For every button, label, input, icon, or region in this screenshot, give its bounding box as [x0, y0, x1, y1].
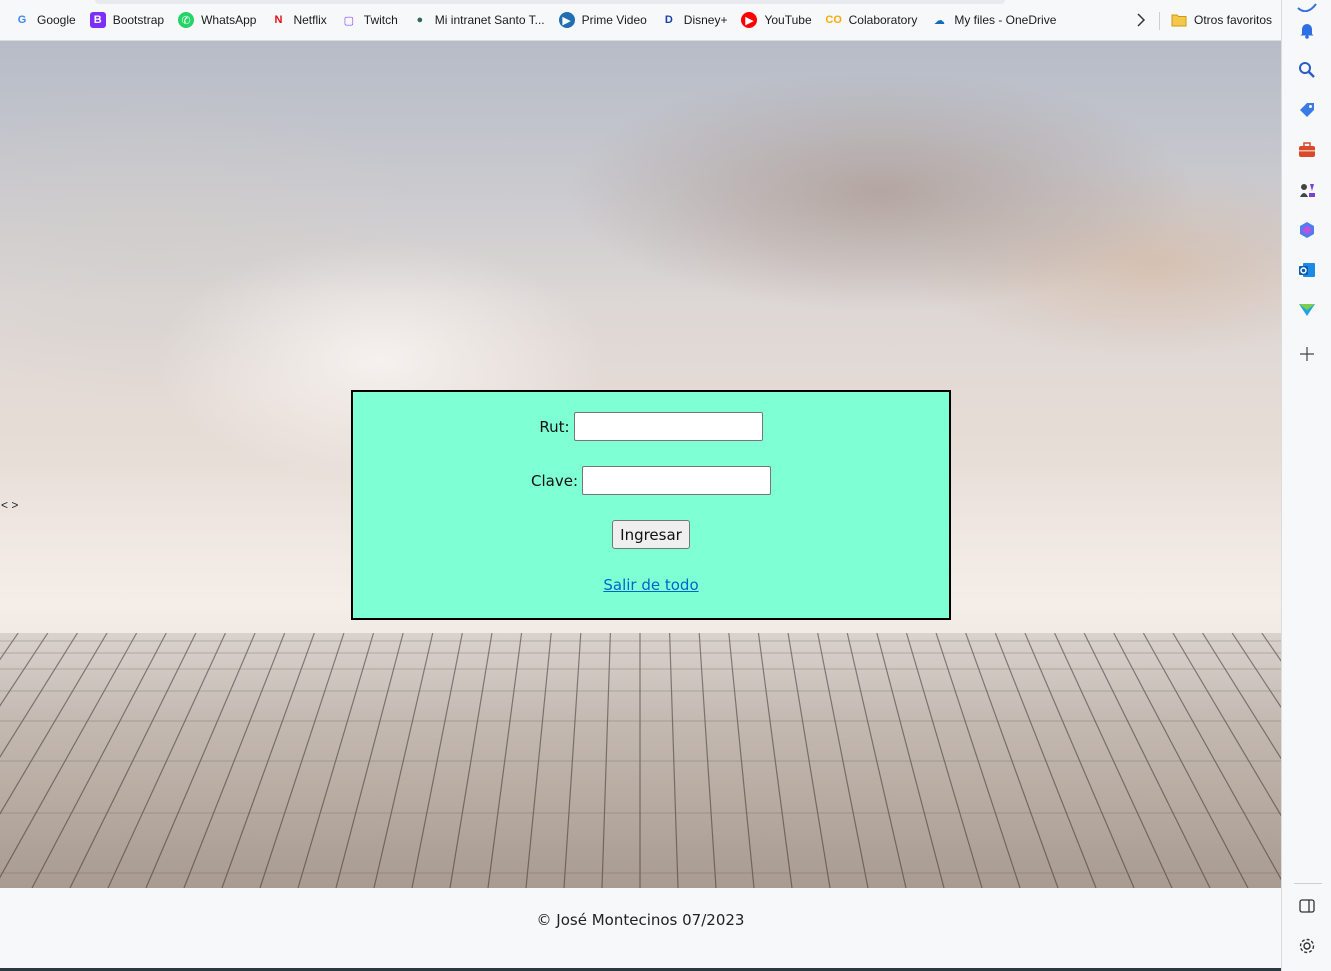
bookmarks-separator	[1159, 12, 1160, 30]
bookmark-netflix[interactable]: N Netflix	[263, 6, 333, 34]
bookmark-label: Prime Video	[581, 13, 647, 27]
google-icon: G	[17, 14, 27, 26]
tag-icon[interactable]	[1295, 98, 1319, 122]
login-panel: Rut: Clave: Ingresar Salir de todo	[351, 390, 951, 620]
chess-icon[interactable]	[1295, 178, 1319, 202]
colab-icon: CO	[825, 14, 842, 26]
copilot-icon[interactable]	[1295, 218, 1319, 242]
folder-icon	[1171, 12, 1187, 28]
settings-icon[interactable]	[1295, 934, 1319, 958]
bookmark-label: YouTube	[764, 13, 812, 27]
bookmark-onedrive[interactable]: ☁ My files - OneDrive	[924, 6, 1063, 34]
search-icon[interactable]	[1295, 58, 1319, 82]
bookmark-label: My files - OneDrive	[954, 13, 1057, 27]
other-favorites[interactable]: Otros favoritos	[1164, 6, 1279, 34]
disney-plus-icon: D	[664, 14, 673, 26]
briefcase-icon[interactable]	[1295, 138, 1319, 162]
bookmark-label: Bootstrap	[112, 13, 165, 27]
sidebar-divider	[1294, 883, 1322, 884]
onedrive-icon: ☁	[933, 14, 945, 27]
bookmark-label: Netflix	[293, 13, 327, 27]
netflix-icon: N	[274, 14, 283, 26]
logout-link[interactable]: Salir de todo	[603, 576, 698, 594]
intranet-globe-icon: ●	[416, 14, 424, 26]
bell-icon[interactable]	[1295, 18, 1319, 42]
wooden-floor	[0, 633, 1281, 888]
page-background: < > Rut: Clave: Ingresar Salir de todo	[0, 41, 1281, 888]
bookmark-whatsapp[interactable]: ✆ WhatsApp	[171, 6, 263, 34]
footer-copyright: © José Montecinos 07/2023	[536, 911, 745, 929]
bookmark-label: Disney+	[683, 13, 728, 27]
copilot-top-icon[interactable]	[1295, 0, 1319, 16]
bookmark-label: WhatsApp	[201, 13, 257, 27]
bookmark-label: Mi intranet Santo T...	[434, 13, 545, 27]
bookmark-label: Twitch	[363, 13, 398, 27]
whatsapp-icon: ✆	[178, 12, 195, 28]
footer: © José Montecinos 07/2023	[0, 888, 1281, 968]
rut-label: Rut:	[539, 417, 570, 436]
submit-row: Ingresar	[353, 520, 949, 549]
logout-row: Salir de todo	[353, 576, 949, 594]
bookmark-google[interactable]: G Google	[7, 6, 83, 34]
rut-row: Rut:	[353, 412, 949, 441]
split-screen-icon[interactable]	[1295, 894, 1319, 918]
other-favorites-label: Otros favoritos	[1194, 13, 1273, 27]
youtube-icon: ▶	[741, 12, 758, 28]
bookmark-disney-plus[interactable]: D Disney+	[654, 6, 735, 34]
browser-sidebar	[1281, 0, 1331, 971]
address-bar-edge	[95, 0, 1005, 4]
add-icon[interactable]	[1295, 342, 1319, 366]
clave-input[interactable]	[582, 466, 771, 495]
clave-label: Clave:	[531, 471, 578, 490]
bootstrap-icon: B	[89, 12, 106, 28]
bookmark-twitch[interactable]: ▢ Twitch	[334, 6, 405, 34]
bookmark-colab[interactable]: CO Colaboratory	[819, 6, 925, 34]
twitch-icon: ▢	[343, 14, 354, 27]
bookmarks-bar: G Google B Bootstrap ✆ WhatsApp N Netflix ▢ Twitc…	[0, 0, 1281, 41]
outlook-icon[interactable]	[1295, 258, 1319, 282]
carousel-arrows[interactable]: < >	[1, 498, 18, 512]
bookmark-bootstrap[interactable]: B Bootstrap	[83, 6, 171, 34]
bookmark-youtube[interactable]: ▶ YouTube	[734, 6, 818, 34]
clave-row: Clave:	[353, 466, 949, 495]
rut-input[interactable]	[573, 412, 763, 441]
bookmark-prime-video[interactable]: ▶ Prime Video	[552, 6, 654, 34]
prime-video-icon: ▶	[558, 12, 575, 28]
bookmarks-list: G Google B Bootstrap ✆ WhatsApp N Netflix ▢ Twitc…	[0, 6, 1063, 34]
send-icon[interactable]	[1295, 298, 1319, 322]
ingresar-button[interactable]: Ingresar	[612, 520, 690, 549]
bookmark-label: Colaboratory	[848, 13, 918, 27]
bookmark-intranet-globe[interactable]: ● Mi intranet Santo T...	[405, 6, 552, 34]
bookmark-label: Google	[37, 13, 76, 27]
chevron-right-icon[interactable]	[1131, 8, 1151, 32]
